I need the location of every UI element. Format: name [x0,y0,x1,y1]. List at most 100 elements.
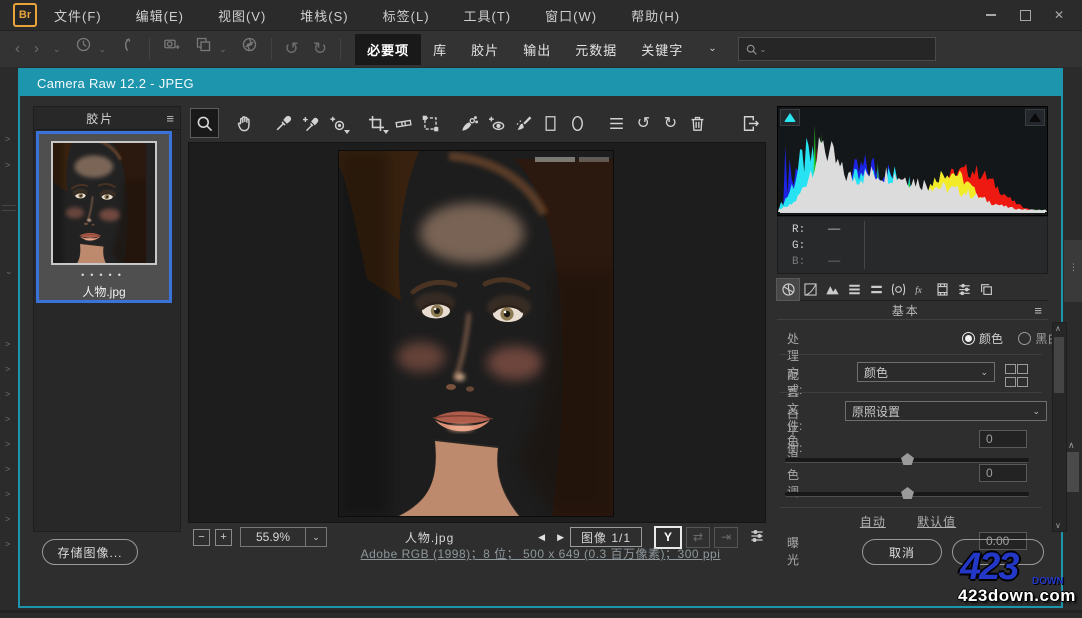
tab-effects-icon[interactable] [909,279,931,300]
bg-scrollbar-thumb[interactable] [1067,452,1079,492]
search-scope-chevron-icon[interactable]: ⌄ [760,45,767,54]
refine-icon[interactable] [234,32,265,66]
rotate-ccw-icon[interactable]: ↺ [278,32,306,66]
radial-filter-tool[interactable] [564,109,591,137]
tab-lens-corrections-icon[interactable] [887,279,909,300]
auto-link[interactable]: 自动 [860,515,886,529]
rotate-left-icon[interactable]: ↺ [630,109,657,137]
profile-browser-icon[interactable] [1005,364,1026,387]
tab-tone-curve-icon[interactable] [799,279,821,300]
zoom-tool[interactable] [190,108,219,138]
profile-dropdown[interactable]: 颜色⌄ [857,362,995,382]
scrollbar-thumb[interactable] [1054,337,1064,393]
forward-button[interactable]: › [27,32,46,66]
recent-chevron2-icon[interactable]: ⌄ [99,32,114,66]
scroll-up-icon[interactable]: ∧ [1055,324,1061,333]
straighten-tool[interactable] [390,109,417,137]
color-sampler-tool[interactable] [297,109,324,137]
preview-settings-icon[interactable] [748,528,766,547]
crop-tool[interactable] [363,109,390,137]
tab-detail-icon[interactable] [821,279,843,300]
workspace-tab-libraries[interactable]: 库 [421,34,459,65]
spot-removal-tool[interactable] [456,109,483,137]
menu-edit[interactable]: 编辑(E) [119,6,201,25]
hand-tool[interactable] [231,109,258,137]
menu-help[interactable]: 帮助(H) [614,6,697,25]
rotate-right-icon[interactable]: ↻ [657,109,684,137]
recent-chevron-icon[interactable]: ⌄ [46,32,68,66]
menu-file[interactable]: 文件(F) [37,6,119,25]
menu-window[interactable]: 窗口(W) [528,6,614,25]
white-balance-tool[interactable] [270,109,297,137]
tint-slider[interactable] [785,492,1029,497]
workspace-tab-keywords[interactable]: 关键字 [629,34,695,65]
image-preview-area[interactable] [188,142,766,523]
tab-calibration-icon[interactable] [931,279,953,300]
tint-value[interactable]: 0 [979,464,1027,482]
workspace-tab-metadata[interactable]: 元数据 [563,34,629,65]
tab-presets-icon[interactable] [953,279,975,300]
get-photos-camera-icon[interactable] [156,32,188,66]
workspace-chevron-icon[interactable]: ⌄ [701,32,723,66]
tab-snapshots-icon[interactable] [975,279,997,300]
search-box[interactable]: ⌄ [738,37,936,61]
rating-dots[interactable]: ••••• [81,270,127,280]
panel-scrollbar[interactable]: ∧ ∨ [1052,322,1067,532]
process-color-radio[interactable] [962,332,975,345]
menu-stacks[interactable]: 堆栈(S) [283,6,365,25]
back-button[interactable]: ‹ [8,32,27,66]
temp-value[interactable]: 0 [979,430,1027,448]
workspace-tab-output[interactable]: 输出 [511,34,563,65]
delete-icon[interactable] [684,109,711,137]
panel-grip[interactable]: ⋮ [1069,262,1079,273]
minimize-button[interactable] [978,5,1004,25]
histogram[interactable] [777,106,1048,216]
open-button[interactable] [952,539,1044,565]
highlight-clipping-indicator[interactable] [1025,109,1045,126]
transform-tool[interactable] [417,109,444,137]
workflow-options-link[interactable]: Adobe RGB (1998)；8 位； 500 x 649 (0.3 百万像… [361,547,721,561]
previous-image-icon[interactable]: ◀ [532,532,551,543]
zoom-level-chevron-icon[interactable]: ⌄ [306,527,327,547]
zoom-level-value[interactable]: 55.9% [240,527,306,547]
close-button[interactable]: ✕ [1046,5,1072,25]
cancel-button[interactable]: 取消 [862,539,942,565]
shadow-clipping-indicator[interactable] [780,109,800,126]
workspace-tab-filmstrip[interactable]: 胶片 [459,34,511,65]
tab-hsl-icon[interactable] [843,279,865,300]
rotate-cw-icon[interactable]: ↻ [306,32,334,66]
targeted-adjustment-tool[interactable] [324,109,351,137]
return-to-app-icon[interactable] [113,32,143,66]
tab-basic-icon[interactable] [777,279,799,300]
menu-label[interactable]: 标签(L) [366,6,447,25]
tab-split-toning-icon[interactable] [865,279,887,300]
temp-slider[interactable] [785,458,1029,463]
filmstrip-thumbnail[interactable]: ••••• 人物.jpg [36,131,172,303]
preview-photo[interactable] [339,151,613,516]
copy-files-icon[interactable] [188,32,219,66]
wb-dropdown[interactable]: 原照设置⌄ [845,401,1047,421]
menu-view[interactable]: 视图(V) [201,6,283,25]
process-bw-radio[interactable] [1018,332,1031,345]
basic-panel-menu-icon[interactable]: ≡ [1034,303,1048,318]
scroll-down-icon[interactable]: ∨ [1055,521,1061,530]
zoom-out-button[interactable]: − [193,529,210,546]
bg-scroll-up-icon[interactable]: ∧ [1068,440,1075,451]
red-eye-tool[interactable] [483,109,510,137]
recent-files-icon[interactable] [68,32,99,66]
bridge-logo[interactable]: Br [13,3,37,27]
default-link[interactable]: 默认值 [917,515,956,529]
menu-tools[interactable]: 工具(T) [447,6,529,25]
search-input[interactable] [769,41,934,57]
toggle-dialog-mode-icon[interactable] [737,109,764,137]
copy-chevron-icon[interactable]: ⌄ [219,32,234,66]
dialog-title-bar[interactable]: Camera Raw 12.2 - JPEG [20,70,1061,96]
next-image-icon[interactable]: ▶ [551,532,570,543]
temp-slider-thumb[interactable] [901,453,914,465]
workspace-tab-essentials[interactable]: 必要项 [355,34,421,65]
filmstrip-menu-icon[interactable]: ≡ [166,111,180,126]
maximize-button[interactable] [1012,5,1038,25]
adjustment-brush-tool[interactable] [510,109,537,137]
presets-list-icon[interactable] [603,109,630,137]
process-color-label[interactable]: 颜色 [979,332,1003,346]
